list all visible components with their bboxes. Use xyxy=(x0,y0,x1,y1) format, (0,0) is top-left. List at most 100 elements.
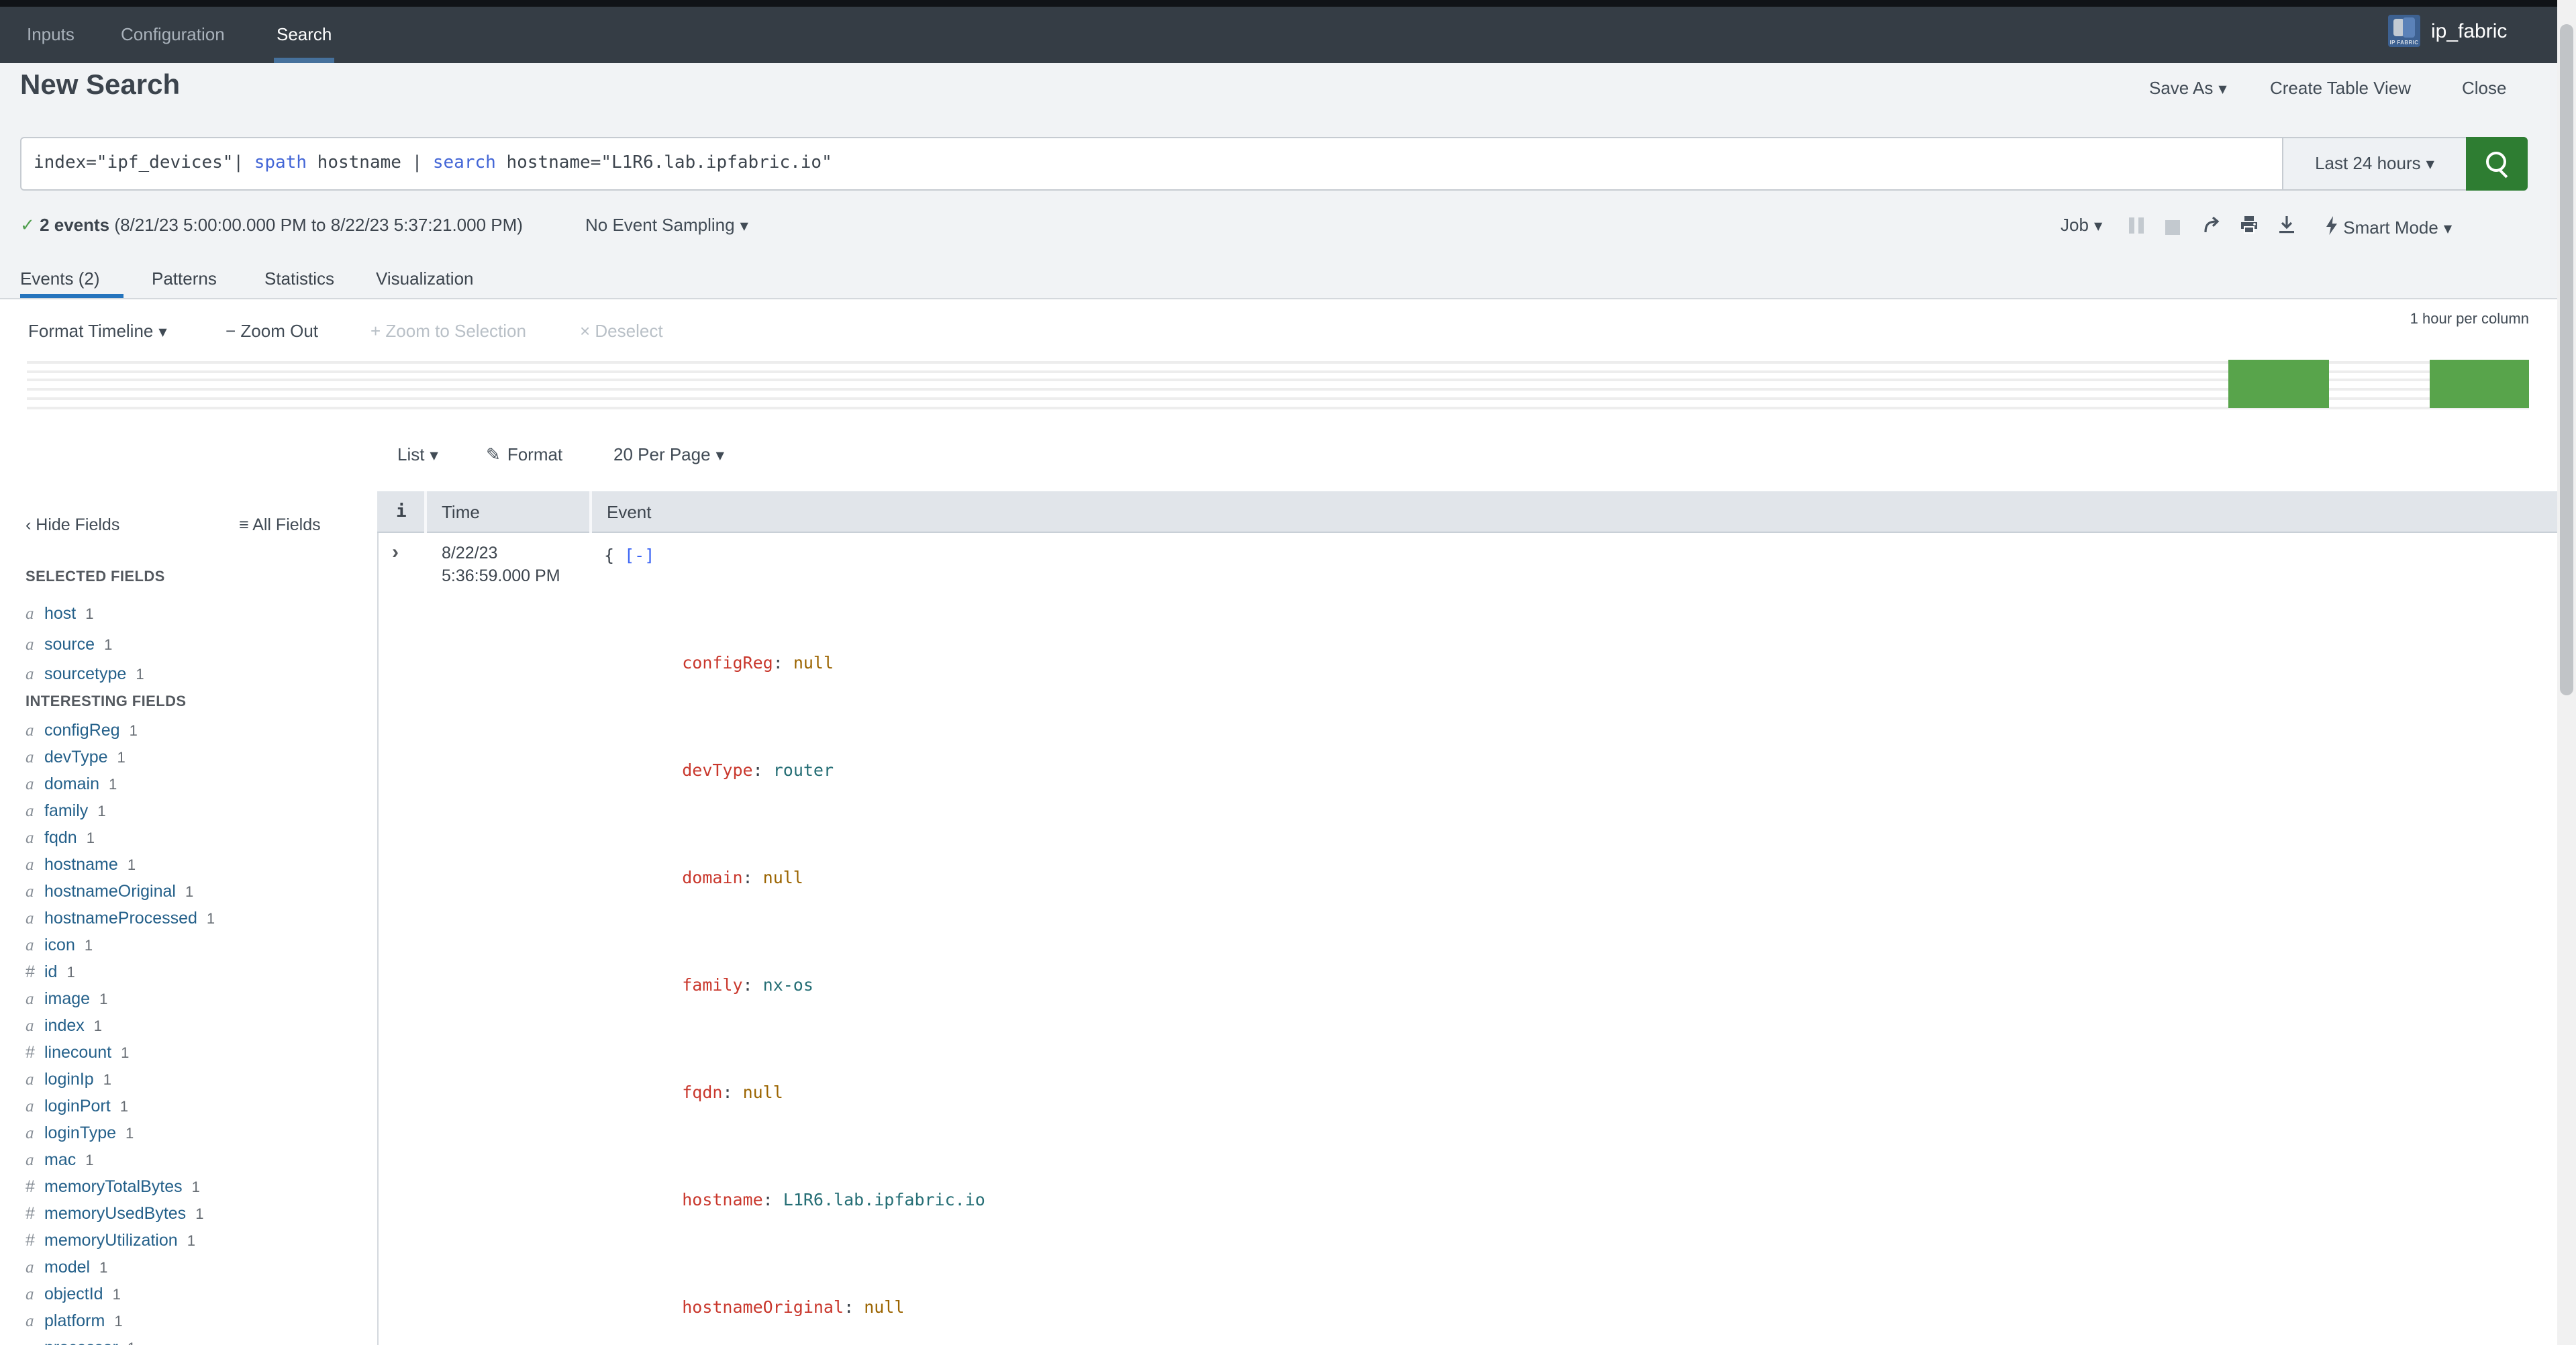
nav-active-underline xyxy=(274,58,334,63)
column-header-time: Time xyxy=(442,502,480,522)
event-timeline-chart[interactable] xyxy=(0,349,2576,419)
hide-fields-button[interactable]: ‹ Hide Fields xyxy=(26,515,119,534)
tab-visualization[interactable]: Visualization xyxy=(376,268,474,289)
all-fields-button[interactable]: ≡ All Fields xyxy=(239,515,321,534)
event-sampling-dropdown[interactable]: No Event Sampling▼ xyxy=(585,215,748,235)
create-table-view-button[interactable]: Create Table View xyxy=(2270,78,2411,98)
json-line: devType: router xyxy=(604,730,1147,757)
tabs-divider xyxy=(0,298,2576,299)
timeline-gridline xyxy=(27,379,2529,382)
timeline-bar[interactable] xyxy=(2228,360,2329,408)
job-menu[interactable]: Job▼ xyxy=(2061,215,2102,235)
field-row[interactable]: asource1 xyxy=(0,629,377,659)
nav-item-configuration[interactable]: Configuration xyxy=(121,24,225,44)
event-json-cell: { [-] configReg: null devType: router do… xyxy=(604,542,1147,1345)
field-row[interactable]: #linecount1 xyxy=(0,1039,377,1066)
time-range-picker[interactable]: Last 24 hours▼ xyxy=(2282,137,2466,191)
pause-icon[interactable] xyxy=(2129,217,2148,238)
search-icon xyxy=(2486,152,2506,172)
page-title: New Search xyxy=(20,70,180,102)
nav-item-inputs[interactable]: Inputs xyxy=(27,24,75,44)
timeline-gridline xyxy=(27,406,2529,409)
query-keyword: search xyxy=(433,153,496,173)
json-collapse-toggle[interactable]: [-] xyxy=(624,545,654,565)
logo-text: IP FABRIC xyxy=(2388,39,2420,46)
json-line: fqdn: null xyxy=(604,1052,1147,1079)
field-row[interactable]: adevType1 xyxy=(0,744,377,770)
tab-patterns[interactable]: Patterns xyxy=(152,268,217,289)
timeline-gridline xyxy=(27,388,2529,391)
save-as-button[interactable]: Save As▼ xyxy=(2149,78,2227,98)
field-row[interactable]: aloginIp1 xyxy=(0,1066,377,1093)
field-row[interactable]: aplatform1 xyxy=(0,1307,377,1334)
search-query-text[interactable]: index="ipf_devices"| spath hostname | se… xyxy=(34,153,832,173)
interesting-fields-title: INTERESTING FIELDS xyxy=(26,694,186,710)
query-text: hostname | xyxy=(307,153,433,173)
search-submit-button[interactable] xyxy=(2466,137,2528,191)
scrollbar-thumb[interactable] xyxy=(2560,24,2573,695)
check-icon: ✓ xyxy=(20,216,35,236)
field-row[interactable]: aprocessor1 xyxy=(0,1334,377,1345)
zoom-out-button[interactable]: − Zoom Out xyxy=(226,321,318,341)
per-page-dropdown[interactable]: 20 Per Page▼ xyxy=(613,444,724,464)
field-row[interactable]: aimage1 xyxy=(0,985,377,1012)
field-row[interactable]: aloginType1 xyxy=(0,1119,377,1146)
field-row[interactable]: ahostnameProcessed1 xyxy=(0,905,377,932)
query-text: index="ipf_devices"| xyxy=(34,153,254,173)
field-row[interactable]: ahost1 xyxy=(0,599,377,629)
field-row[interactable]: #memoryUtilization1 xyxy=(0,1227,377,1254)
field-row[interactable]: aconfigReg1 xyxy=(0,717,377,744)
search-mode-dropdown[interactable]: Smart Mode▼ xyxy=(2325,215,2452,238)
timeline-gridline xyxy=(27,397,2529,400)
tab-statistics[interactable]: Statistics xyxy=(264,268,334,289)
column-header-event: Event xyxy=(607,502,652,522)
field-row[interactable]: aloginPort1 xyxy=(0,1093,377,1119)
close-button[interactable]: Close xyxy=(2462,78,2507,98)
event-expand-chevron-icon[interactable]: › xyxy=(392,541,399,564)
list-view-dropdown[interactable]: List▼ xyxy=(397,444,438,464)
app-name: ip_fabric xyxy=(2431,20,2507,43)
field-row[interactable]: ahostnameOriginal1 xyxy=(0,878,377,905)
field-row[interactable]: #memoryUsedBytes1 xyxy=(0,1200,377,1227)
format-results-button[interactable]: ✎Format xyxy=(486,444,562,466)
job-status-text: ✓ 2 events (8/21/23 5:00:00.000 PM to 8/… xyxy=(20,215,523,236)
format-timeline-dropdown[interactable]: Format Timeline▼ xyxy=(28,321,167,341)
json-line: family: nx-os xyxy=(604,945,1147,972)
column-header-info: i xyxy=(396,502,407,522)
field-row[interactable]: ahostname1 xyxy=(0,851,377,878)
ip-fabric-logo-icon[interactable]: IP FABRIC xyxy=(2388,15,2420,47)
json-line: configReg: null xyxy=(604,623,1147,650)
timeline-bar[interactable] xyxy=(2430,360,2529,408)
field-row[interactable]: aobjectId1 xyxy=(0,1281,377,1307)
json-line: hostnameOriginal: null xyxy=(604,1267,1147,1294)
field-row[interactable]: aicon1 xyxy=(0,932,377,958)
share-icon[interactable] xyxy=(2203,213,2223,238)
splunk-search-app: Inputs Configuration Search IP FABRIC ip… xyxy=(0,0,2576,1345)
field-row[interactable]: #id1 xyxy=(0,958,377,985)
zoom-to-selection-button[interactable]: + Zoom to Selection xyxy=(370,321,526,341)
deselect-button[interactable]: × Deselect xyxy=(580,321,663,341)
field-row[interactable]: adomain1 xyxy=(0,770,377,797)
field-row[interactable]: amodel1 xyxy=(0,1254,377,1281)
field-row[interactable]: #memoryTotalBytes1 xyxy=(0,1173,377,1200)
print-icon[interactable] xyxy=(2239,213,2259,238)
nav-item-search[interactable]: Search xyxy=(277,24,332,44)
pencil-icon: ✎ xyxy=(486,446,501,466)
field-row[interactable]: afamily1 xyxy=(0,797,377,824)
list-icon: ≡ xyxy=(239,515,249,534)
field-row[interactable]: amac1 xyxy=(0,1146,377,1173)
sidebar-divider xyxy=(377,491,379,1345)
field-row[interactable]: asourcetype1 xyxy=(0,659,377,689)
query-keyword: spath xyxy=(254,153,307,173)
app-navbar xyxy=(0,7,2576,63)
browser-top-strip xyxy=(0,0,2576,7)
event-time-cell: 8/22/23 5:36:59.000 PM xyxy=(442,542,560,588)
tab-events[interactable]: Events (2) xyxy=(20,268,100,289)
selected-fields-list: ahost1 asource1 asourcetype1 xyxy=(0,599,377,689)
interesting-fields-list: aconfigReg1 adevType1 adomain1 afamily1 … xyxy=(0,717,377,1345)
field-row[interactable]: afqdn1 xyxy=(0,824,377,851)
export-icon[interactable] xyxy=(2277,213,2297,238)
stop-icon[interactable] xyxy=(2165,219,2180,239)
field-row[interactable]: aindex1 xyxy=(0,1012,377,1039)
timeline-gridline xyxy=(27,361,2529,364)
